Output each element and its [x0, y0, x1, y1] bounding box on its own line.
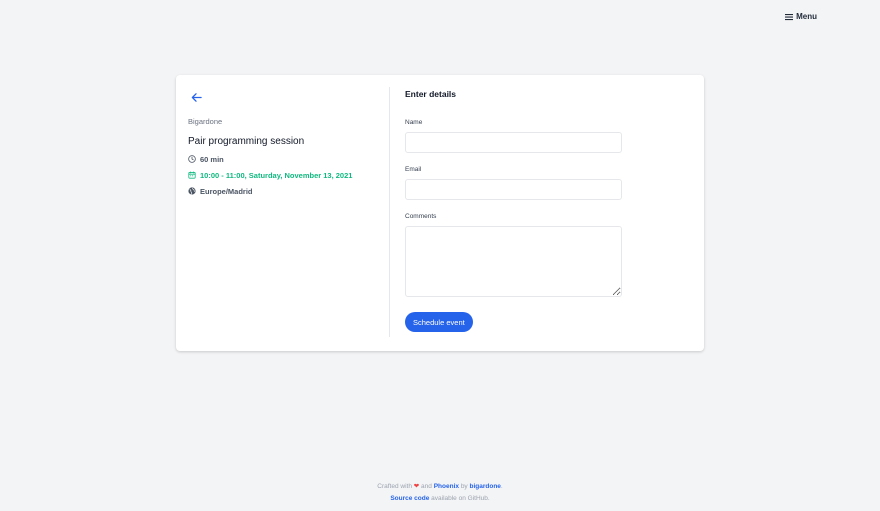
- schedule-event-button[interactable]: Schedule event: [405, 312, 473, 332]
- footer: Crafted with ❤ and Phoenix by bigardone.…: [0, 481, 880, 504]
- event-summary: Bigardone Pair programming session 60 mi…: [188, 89, 378, 196]
- source-suffix-text: available on GitHub.: [431, 494, 490, 502]
- menu-label: Menu: [796, 12, 817, 21]
- comments-textarea[interactable]: [405, 226, 622, 297]
- period-text: .: [500, 483, 503, 490]
- slot-text: 10:00 - 11:00, Saturday, November 13, 20…: [200, 170, 353, 180]
- by-text: by: [460, 483, 468, 490]
- email-label: Email: [405, 166, 422, 173]
- form-title: Enter details: [405, 89, 457, 99]
- footer-credits: Crafted with ❤ and Phoenix by bigardone.: [0, 481, 880, 493]
- clock-icon: [188, 155, 196, 163]
- heart-icon: ❤: [413, 483, 420, 490]
- author-link[interactable]: bigardone: [470, 483, 501, 490]
- globe-icon: [188, 187, 196, 195]
- event-timezone: Europe/Madrid: [188, 187, 378, 196]
- details-form: Enter details Name Email Comments Schedu…: [405, 89, 622, 332]
- crafted-text: Crafted with: [377, 483, 412, 490]
- email-input[interactable]: [405, 179, 622, 200]
- hamburger-icon: [785, 13, 794, 20]
- event-title: Pair programming session: [188, 135, 305, 147]
- name-input[interactable]: [405, 132, 622, 153]
- menu-button[interactable]: Menu: [785, 12, 817, 21]
- back-button[interactable]: [188, 89, 204, 105]
- timezone-text: Europe/Madrid: [200, 186, 253, 196]
- column-divider: [389, 87, 390, 337]
- event-owner: Bigardone: [188, 116, 223, 126]
- calendar-icon: [188, 171, 196, 179]
- event-slot: 10:00 - 11:00, Saturday, November 13, 20…: [188, 171, 378, 180]
- source-code-link[interactable]: Source code: [390, 495, 429, 502]
- event-duration: 60 min: [188, 155, 378, 164]
- footer-source: Source code available on GitHub.: [0, 493, 880, 505]
- duration-text: 60 min: [200, 154, 224, 164]
- name-label: Name: [405, 119, 423, 126]
- and-text: and: [421, 483, 432, 490]
- comments-label: Comments: [405, 213, 437, 220]
- booking-card: Bigardone Pair programming session 60 mi…: [176, 75, 704, 351]
- arrow-left-icon: [191, 92, 202, 102]
- phoenix-link[interactable]: Phoenix: [434, 483, 459, 490]
